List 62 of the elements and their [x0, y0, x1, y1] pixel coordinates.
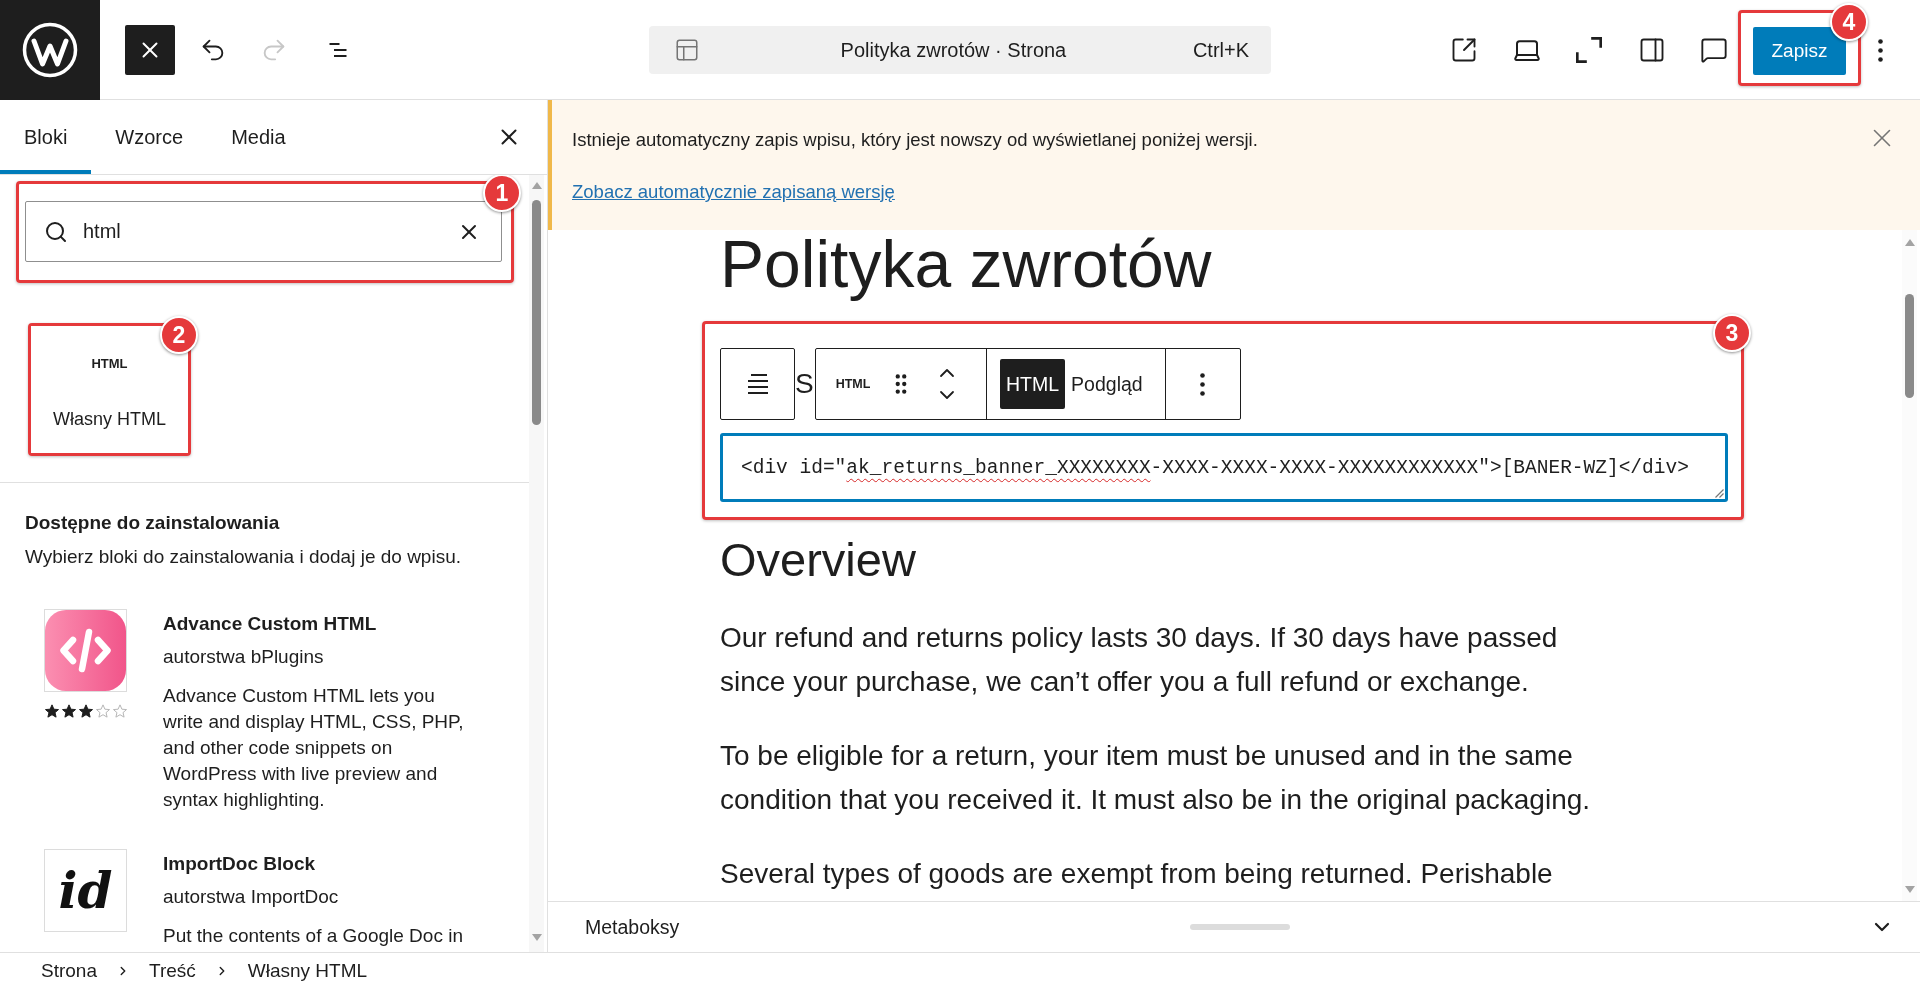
- star-icon: [45, 704, 59, 718]
- star-icon: [113, 704, 127, 718]
- plugin-author: autorstwa bPlugins: [163, 645, 325, 669]
- more-icon: [1877, 38, 1883, 62]
- paragraph-text: S: [795, 367, 815, 401]
- paragraph-text: To be eligible for a return, your item must be unused and in the same condition that you received it. It must also be in the original packaging.: [720, 739, 1591, 817]
- star-icon: [79, 704, 93, 718]
- inserter-tab[interactable]: Media: [207, 100, 310, 174]
- misspelled-word: ak_returns_banner_XXXXXXXX: [846, 456, 1151, 479]
- scrollbar-thumb[interactable]: [532, 200, 541, 425]
- scrollbar-track[interactable]: [1902, 230, 1917, 901]
- fullscreen-icon: [1576, 37, 1602, 63]
- block-type-label: HTML: [91, 356, 128, 372]
- close-inserter-button[interactable]: [125, 25, 175, 75]
- inserter-tab[interactable]: Bloki: [0, 100, 92, 174]
- keyboard-shortcut: Ctrl+K: [1192, 38, 1249, 62]
- callout-badge: 3: [1713, 314, 1751, 352]
- star-icon: [62, 704, 76, 718]
- section-heading: Overview: [720, 534, 916, 586]
- plugin-title: ImportDoc Block: [163, 852, 317, 876]
- search-field[interactable]: html: [25, 201, 502, 262]
- scrollbar-thumb[interactable]: [1905, 294, 1914, 398]
- autosave-link[interactable]: Zobacz automatycznie zapisaną wersję: [572, 180, 895, 204]
- breadcrumb-link[interactable]: Strona: [41, 960, 97, 982]
- callout-badge: 1: [483, 175, 521, 212]
- section-description: Wybierz bloki do zainstalowania i dodaj je do wpisu.: [25, 546, 462, 568]
- text-lines-icon: [745, 374, 770, 394]
- plugin-description: Advance Custom HTML lets you write and display HTML, CSS, PHP, and other code snippets on WordPress with live preview and syntax highlighting.: [163, 684, 464, 812]
- scrollbar-track[interactable]: [529, 175, 544, 952]
- mode-tab[interactable]: HTML: [1000, 359, 1066, 409]
- search-icon: [44, 219, 68, 244]
- align-button[interactable]: [720, 348, 795, 420]
- plugin-description: Put the contents of a Google Doc in: [163, 924, 463, 948]
- notice-message: Istnieje automatyczny zapis wpisu, który jest nowszy od wyświetlanej poniżej wersji.: [572, 128, 1258, 152]
- speech-bubble-icon: [1700, 36, 1728, 64]
- layout-icon: [674, 37, 700, 63]
- block-type-button[interactable]: HTML: [829, 360, 877, 408]
- breadcrumb-link[interactable]: Treść: [149, 960, 196, 982]
- paragraph-text: Our refund and returns policy lasts 30 days. If 30 days have passed since your purchase, we can’t offer you a full refund or exchange.: [720, 621, 1558, 699]
- code-icon: [45, 610, 126, 691]
- section-heading: Dostępne do zainstalowania: [25, 511, 281, 535]
- plugin-title: Advance Custom HTML: [163, 612, 378, 636]
- logo-icon[interactable]: [0, 0, 100, 100]
- more-icon: [1200, 372, 1206, 396]
- external-link-icon: [1450, 36, 1478, 64]
- save-button[interactable]: Zapisz: [1753, 27, 1846, 75]
- paragraph-text: Several types of goods are exempt from being returned. Perishable: [720, 857, 1553, 891]
- metaboxes-title: Metaboksy: [585, 915, 680, 939]
- code-editor-field[interactable]: <div id="ak_returns_banner_XXXXXXXX-XXXX-XXXX-XXXX-XXXXXXXXXXXX">[BANER-WZ]</div>: [720, 433, 1728, 502]
- breadcrumb-link[interactable]: Własny HTML: [247, 960, 368, 982]
- plugin-logo: id: [44, 849, 127, 932]
- command-bar[interactable]: Polityka zwrotów · Strona Ctrl+K: [649, 26, 1271, 74]
- star-icon: [96, 704, 110, 718]
- callout-badge: 2: [160, 316, 198, 354]
- callout-badge: 4: [1830, 3, 1868, 41]
- page-title: Polityka zwrotów: [720, 230, 1212, 302]
- resize-grip-icon[interactable]: [1715, 489, 1724, 498]
- mode-tab[interactable]: Podgląd: [1065, 359, 1149, 409]
- resize-handle[interactable]: [1189, 924, 1290, 930]
- inserter-tab[interactable]: Wzorce: [91, 100, 208, 174]
- plugin-author: autorstwa ImportDoc: [163, 885, 340, 909]
- document-title: Polityka zwrotów · Strona: [840, 38, 1067, 62]
